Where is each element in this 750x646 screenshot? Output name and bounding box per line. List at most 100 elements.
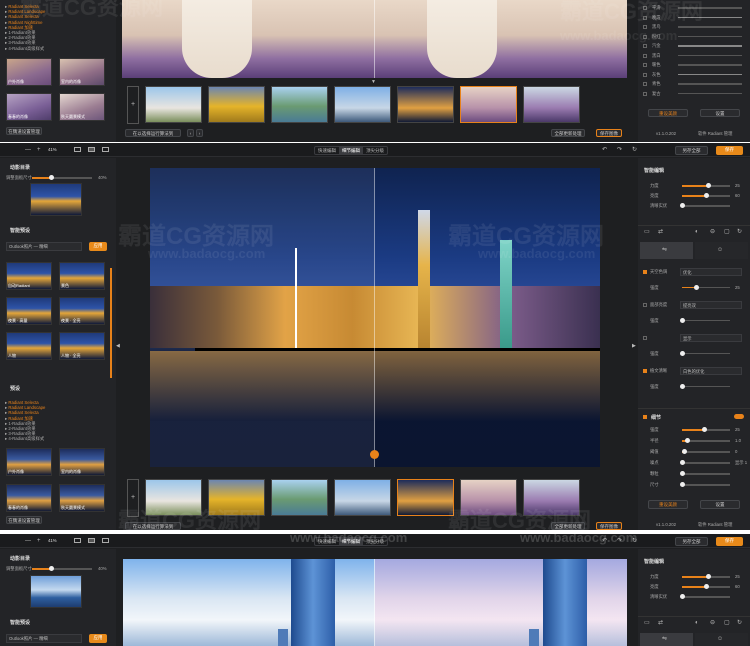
footer-link[interactable]: 软件 Radiant 管理 xyxy=(698,522,732,528)
slider-knob[interactable] xyxy=(680,460,685,465)
slider-knob[interactable] xyxy=(701,427,707,432)
style-slider[interactable] xyxy=(678,45,742,47)
split-view-icon[interactable] xyxy=(102,538,109,543)
zoom-in-button[interactable]: + xyxy=(37,147,41,153)
minus-icon[interactable]: ⊖ xyxy=(710,229,715,235)
slider-knob[interactable] xyxy=(680,350,685,356)
save-image-button[interactable]: 保存图像 xyxy=(596,522,622,530)
adjust-select[interactable]: 优化 xyxy=(680,268,742,276)
adjust-icon[interactable]: ⇄ xyxy=(658,620,663,626)
navigator-thumb[interactable] xyxy=(30,575,82,608)
preset-thumb[interactable]: 户外肖像 xyxy=(6,58,52,86)
fit-view-icon[interactable] xyxy=(74,538,81,543)
slider-knob[interactable] xyxy=(706,183,712,188)
style-slider[interactable] xyxy=(678,73,742,75)
reset-button[interactable]: 重设美颜 xyxy=(648,109,688,117)
tab-portrait[interactable]: ☺ xyxy=(695,242,748,259)
preset-thumb[interactable]: 春春的肖像 xyxy=(6,484,52,512)
split-view-icon[interactable] xyxy=(102,147,109,152)
film-thumb-selected[interactable] xyxy=(397,479,454,516)
mask-icon[interactable]: ◐ xyxy=(695,620,699,626)
undo-icon[interactable]: ↶ xyxy=(602,147,607,153)
compare-handle[interactable] xyxy=(370,450,379,459)
film-thumb[interactable] xyxy=(208,86,265,123)
smart-preset-thumb[interactable]: 夜景 · 高量 xyxy=(6,297,52,325)
smart-preset-thumb[interactable]: 景色 xyxy=(59,262,105,290)
detail-slider[interactable] xyxy=(682,438,730,443)
slider-knob[interactable] xyxy=(684,438,690,443)
refresh-icon[interactable]: ↻ xyxy=(737,229,742,235)
adjust-slider[interactable] xyxy=(682,183,730,188)
layers-icon[interactable]: ▭ xyxy=(644,229,650,235)
adjust-slider[interactable] xyxy=(680,203,730,208)
zoom-out-button[interactable]: — xyxy=(25,538,31,544)
copy-icon[interactable]: ▢ xyxy=(724,229,730,235)
slider-knob[interactable] xyxy=(704,584,709,589)
slider-knob[interactable] xyxy=(680,482,685,487)
settings-button[interactable]: 设置 xyxy=(700,109,740,117)
film-thumb[interactable] xyxy=(271,479,328,516)
redo-icon[interactable]: ↷ xyxy=(617,147,622,153)
navigator-size-slider[interactable] xyxy=(32,175,92,180)
adjust-slider[interactable] xyxy=(682,584,730,589)
adjust-slider[interactable] xyxy=(680,350,730,356)
style-checkbox[interactable] xyxy=(643,82,647,86)
adjust-select[interactable]: 显示 xyxy=(680,334,742,342)
tab-quick-edit[interactable]: 快速编辑 xyxy=(315,147,339,154)
main-preview[interactable] xyxy=(150,168,600,467)
zoom-in-button[interactable]: + xyxy=(37,538,41,544)
slider-knob[interactable] xyxy=(706,574,712,579)
detail-slider[interactable] xyxy=(682,427,730,432)
expand-filmstrip-icon[interactable]: ▼ xyxy=(371,79,376,85)
slider-knob[interactable] xyxy=(680,383,685,389)
detail-slider[interactable] xyxy=(682,449,730,454)
adjust-select[interactable]: 提亮双 xyxy=(680,301,742,309)
tab-portrait[interactable]: ☺ xyxy=(695,633,748,646)
refresh-icon[interactable]: ↻ xyxy=(737,620,742,626)
preset-thumb[interactable]: 户外肖像 xyxy=(6,448,52,476)
slider-knob[interactable] xyxy=(680,203,685,208)
style-slider[interactable] xyxy=(678,83,742,85)
style-slider[interactable] xyxy=(678,92,742,94)
adjust-checkbox[interactable] xyxy=(643,369,647,373)
slider-knob[interactable] xyxy=(680,317,685,323)
open-preset-manager-button[interactable]: 在魏道设置管理 xyxy=(6,127,42,135)
main-preview[interactable] xyxy=(123,559,627,646)
preset-thumb[interactable]: 秋天圆景模式 xyxy=(59,93,105,121)
detail-checkbox[interactable] xyxy=(643,415,647,419)
copy-icon[interactable]: ▢ xyxy=(724,620,730,626)
collapse-right-icon[interactable]: ▶ xyxy=(632,343,636,349)
collapse-left-icon[interactable]: ◀ xyxy=(116,343,120,349)
zoom-out-button[interactable]: — xyxy=(25,147,31,153)
style-slider[interactable] xyxy=(678,26,742,28)
adjust-slider[interactable] xyxy=(680,317,730,323)
smart-preset-thumb[interactable]: 人物 xyxy=(6,332,52,360)
film-thumb[interactable] xyxy=(145,86,202,123)
film-thumb[interactable] xyxy=(334,86,391,123)
fit-view-icon[interactable] xyxy=(74,147,81,152)
tree-item[interactable]: ▸ 4-Radiant高级样式 xyxy=(5,46,45,51)
apply-preset-button[interactable]: 应用 xyxy=(89,634,107,643)
slider-knob[interactable] xyxy=(682,449,688,454)
style-slider[interactable] xyxy=(678,35,742,37)
compare-divider[interactable] xyxy=(374,168,375,467)
detail-toggle[interactable] xyxy=(734,414,744,419)
style-checkbox[interactable] xyxy=(643,63,647,67)
minus-icon[interactable]: ⊖ xyxy=(710,620,715,626)
adjust-slider[interactable] xyxy=(682,574,730,579)
adjust-slider[interactable] xyxy=(682,284,730,290)
tab-grading[interactable]: 顶尖分级 xyxy=(363,147,387,154)
smart-preset-thumb[interactable]: 人物 · 全亮 xyxy=(59,332,105,360)
adjust-slider[interactable] xyxy=(680,594,730,599)
fill-view-icon[interactable] xyxy=(88,538,95,543)
adjust-slider[interactable] xyxy=(682,193,730,198)
preset-select[interactable]: Outlook照片 — 精细 xyxy=(6,242,82,251)
slider-knob[interactable] xyxy=(704,193,709,198)
layers-icon[interactable]: ▭ xyxy=(644,620,650,626)
main-preview[interactable] xyxy=(122,0,627,78)
style-checkbox[interactable] xyxy=(643,44,647,48)
slider-knob[interactable] xyxy=(680,594,685,599)
style-checkbox[interactable] xyxy=(643,72,647,77)
reset-button[interactable]: 重设美颜 xyxy=(648,500,688,509)
update-all-button[interactable]: 全部更新处理 xyxy=(551,129,585,137)
